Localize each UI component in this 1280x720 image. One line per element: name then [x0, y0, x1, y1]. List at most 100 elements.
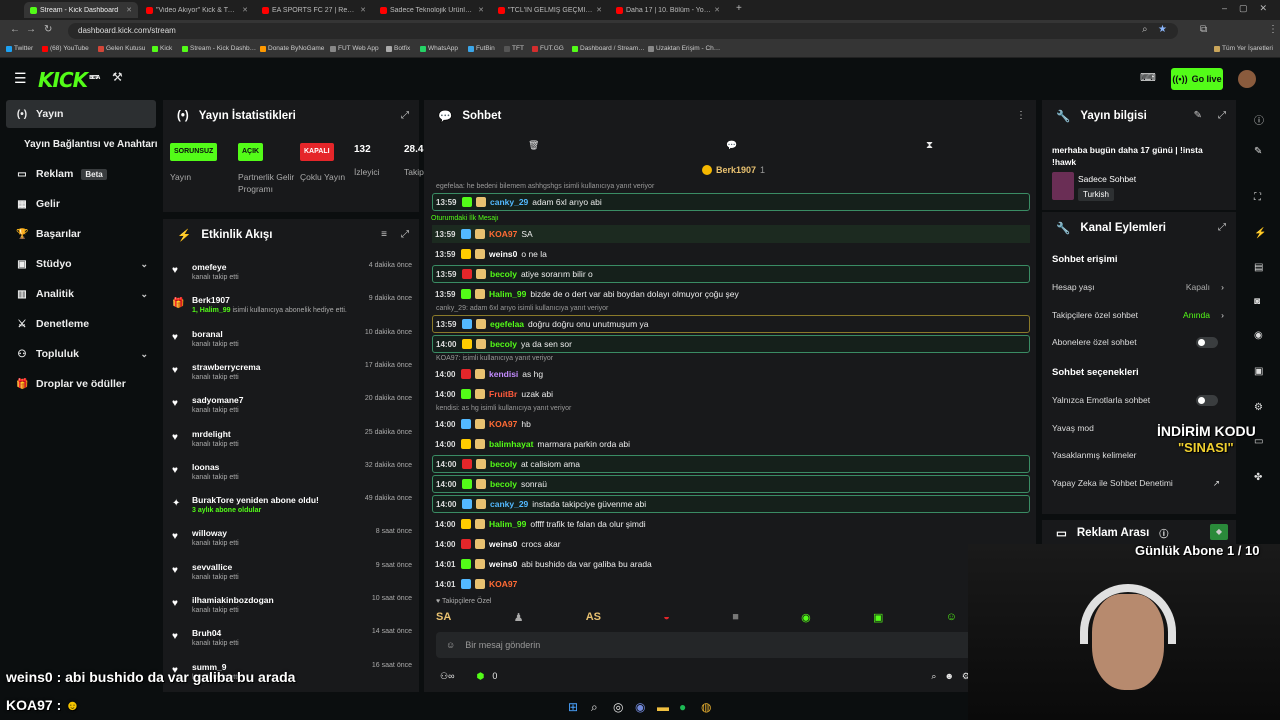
emote-sa[interactable]: SA — [436, 611, 451, 627]
chevron-right-icon[interactable]: › — [1221, 310, 1224, 320]
all-bookmarks[interactable]: Tüm Yer İşaretleri — [1214, 45, 1273, 52]
activity-user[interactable]: loonas — [192, 462, 219, 472]
emote-box[interactable]: ▣ — [873, 611, 883, 627]
chat-message[interactable]: 13:59 weins0 o ne la — [432, 245, 1030, 263]
close-icon[interactable]: ✕ — [242, 6, 248, 14]
chat-username[interactable]: KOA97 — [489, 579, 517, 589]
window-controls[interactable]: –▢✕ — [1222, 3, 1279, 14]
chat-username[interactable]: Halim_99 — [489, 519, 526, 529]
tv-icon[interactable]: ▣ — [1254, 366, 1263, 377]
users-icon[interactable]: ⚇∞ — [440, 671, 454, 682]
kick-logo[interactable]: KICK BETA — [38, 68, 100, 92]
chat-message[interactable]: 14:00 becoly sonraü — [432, 475, 1030, 493]
activity-user[interactable]: sadyomane7 — [192, 395, 244, 405]
activity-user[interactable]: strawberrycrema — [192, 362, 261, 372]
url-input[interactable]: dashboard.kick.com/stream — [68, 23, 1178, 39]
expand-icon[interactable]: ⤢ — [1218, 222, 1226, 233]
back-icon[interactable]: ← — [10, 24, 20, 35]
chat-message[interactable]: 14:01 KOA97 — [432, 575, 1030, 593]
chat-message[interactable]: 14:00 balimhayat marmara parkin orda abi — [432, 435, 1030, 453]
chat-message[interactable]: 14:00 weins0 crocs akar — [432, 535, 1030, 553]
chat-username[interactable]: becoly — [490, 269, 517, 279]
bookmark-link[interactable]: (68) YouTube — [42, 45, 89, 52]
bookmark-link[interactable]: Twitter — [6, 45, 33, 52]
avatar[interactable] — [1238, 70, 1256, 88]
chat-message[interactable]: 14:00 Halim_99 offff trafik te falan da ol… — [432, 515, 1030, 533]
lightning-icon[interactable]: ⚡ — [1254, 228, 1266, 239]
browser-tab[interactable]: Sadece Teknolojik Ürünleri Topl…✕ — [374, 2, 490, 18]
chevron-down-icon[interactable]: ⌄ — [140, 259, 148, 270]
go-live-button[interactable]: ((•)) Go live — [1171, 68, 1223, 90]
chat-message[interactable]: 13:59 canky_29 adam 6xl arıyo abi — [432, 193, 1030, 211]
chat-message[interactable]: 14:00 KOA97 hb — [432, 415, 1030, 433]
chat-message[interactable]: 13:59 becoly atiye sorarım bilir o — [432, 265, 1030, 283]
chevron-down-icon[interactable]: ⌄ — [140, 349, 148, 360]
star-icon[interactable]: ★ — [1158, 24, 1167, 35]
info-icon[interactable]: ⓘ — [1254, 112, 1264, 127]
folder-icon[interactable]: ▬ — [657, 700, 669, 714]
chat-access-row[interactable]: Takipçilere özel sohbet Anında › — [1052, 310, 1228, 324]
chat-username[interactable]: weins0 — [489, 539, 517, 549]
chat-message[interactable]: 14:00 becoly ya da sen sor — [432, 335, 1030, 353]
filter-icon[interactable]: ≡ — [381, 229, 387, 240]
chat-icon[interactable]: ◙ — [1254, 296, 1260, 307]
forward-icon[interactable]: → — [26, 24, 36, 35]
activity-user[interactable]: omefeye — [192, 262, 227, 272]
toggle-switch[interactable] — [1196, 395, 1218, 406]
activity-user[interactable]: Berk1907 — [192, 295, 230, 305]
sidebar-item[interactable]: ▦ Gelir — [6, 190, 156, 218]
chat-username[interactable]: egefelaa — [490, 319, 524, 329]
pencil-icon[interactable]: ✎ — [1254, 146, 1262, 157]
notes-icon[interactable]: ▤ — [1254, 262, 1263, 273]
chat-username[interactable]: balimhayat — [489, 439, 533, 449]
close-icon[interactable]: ✕ — [360, 6, 366, 14]
app-icon[interactable]: ◎ — [613, 700, 623, 714]
activity-user[interactable]: mrdelight — [192, 429, 231, 439]
chat-option-row[interactable]: Yalnızca Emotlarla sohbet — [1052, 395, 1228, 409]
chevron-right-icon[interactable]: › — [1221, 282, 1224, 292]
wrench-icon[interactable]: ⚙ — [1254, 402, 1263, 413]
emote-person[interactable]: ♟ — [514, 611, 524, 627]
menu-icon[interactable]: ⋮ — [1268, 24, 1278, 35]
plugin-icon[interactable]: ✤ — [1254, 472, 1262, 483]
chrome-icon[interactable]: ◍ — [701, 700, 711, 714]
bookmark-link[interactable]: Dashboard / Stream… — [572, 45, 645, 52]
expand-icon[interactable]: ⤢ — [1218, 110, 1226, 121]
spotify-icon[interactable]: ● — [679, 700, 686, 714]
bookmark-link[interactable]: Stream - Kick Dashb… — [182, 45, 256, 52]
bookmark-link[interactable]: FUT Web App — [330, 45, 379, 52]
bookmark-link[interactable]: Donate ByNoGame — [260, 45, 324, 52]
diamond-button[interactable]: ◆ — [1210, 524, 1228, 540]
activity-user[interactable]: BurakTore yeniden abone oldu! — [192, 495, 319, 505]
zoom-icon[interactable]: ⌕ — [1142, 24, 1148, 35]
browser-tab[interactable]: Stream - Kick Dashboard ✕ — [24, 2, 138, 18]
browser-tab[interactable]: "TCL'İN GELMİŞ GEÇMİŞ EN İYİ…✕ — [492, 2, 608, 18]
chat-username[interactable]: KOA97 — [489, 229, 517, 239]
chat-username[interactable]: weins0 — [489, 559, 517, 569]
bookmark-link[interactable]: Kick — [152, 45, 172, 52]
chat-message[interactable]: 14:00 kendisi as hg — [432, 365, 1030, 383]
search-icon[interactable]: ⌕ — [931, 671, 936, 682]
bookmark-link[interactable]: Botfix — [386, 45, 410, 52]
browser-tab[interactable]: EA SPORTS FC 27 | Resmi Footb…✕ — [256, 2, 372, 18]
emote-ghost[interactable]: ◉ — [801, 611, 811, 627]
chat-username[interactable]: becoly — [490, 479, 517, 489]
search-icon[interactable]: ⌕ — [591, 700, 598, 715]
windows-start-icon[interactable]: ⊞ — [568, 700, 578, 714]
browser-tab[interactable]: Daha 17 | 10. Bölüm - YouTube✕ — [610, 2, 726, 18]
sidebar-item[interactable]: ▣ Stüdyo ⌄ — [6, 250, 156, 278]
chat-access-row[interactable]: Hesap yaşı Kapalı › — [1052, 282, 1228, 296]
controller-icon[interactable]: ⌨ — [1140, 71, 1156, 84]
chat-message[interactable]: 14:00 FruitBr uzak abi — [432, 385, 1030, 403]
external-link-icon[interactable]: ↗ — [1213, 478, 1220, 489]
reload-icon[interactable]: ↻ — [44, 24, 52, 35]
chat-username[interactable]: kendisi — [489, 369, 518, 379]
more-icon[interactable]: ⋮ — [1016, 110, 1026, 121]
crop-icon[interactable]: ⛶ — [1254, 192, 1261, 203]
sidebar-item[interactable]: 🎁 Droplar ve ödüller — [6, 370, 156, 398]
emote-smile[interactable]: ☺ — [946, 611, 957, 627]
emote-as[interactable]: AS — [586, 611, 601, 627]
chat-message[interactable]: 14:01 weins0 abi bushido da var galiba bu … — [432, 555, 1030, 573]
chat-username[interactable]: KOA97 — [489, 419, 517, 429]
emoji-icon[interactable]: ☺ — [446, 640, 455, 650]
